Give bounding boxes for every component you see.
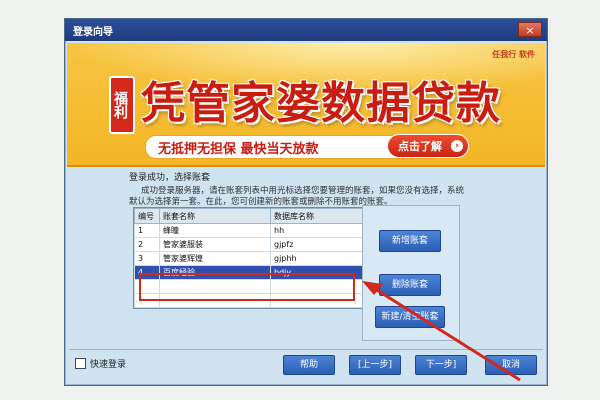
delete-account-set-button[interactable]: 删除账套	[379, 274, 441, 296]
account-actions-panel: 新增账套 删除账套 新建/清空账套	[362, 205, 460, 341]
promo-banner[interactable]: 任我行 软件 福利 凭管家婆数据贷款 无抵押无担保 最快当天放款 点击了解 ›	[67, 43, 545, 167]
account-name: 管家婆服装	[159, 237, 271, 252]
row-number: 2	[134, 237, 160, 252]
banner-headline: 凭管家婆数据贷款	[141, 78, 501, 129]
annotation-highlight-box	[139, 273, 355, 301]
row-number: 3	[134, 251, 160, 266]
rebuild-account-set-button[interactable]: 新建/清空账套	[375, 306, 445, 328]
help-button[interactable]: 帮助	[283, 355, 335, 375]
row-number: 1	[134, 223, 160, 238]
cancel-button[interactable]: 取消	[485, 355, 537, 375]
previous-step-button[interactable]: [上一步]	[349, 355, 401, 375]
title-bar: 登录向导 ×	[65, 19, 547, 41]
banner-subtitle: 无抵押无担保 最快当天放款	[158, 142, 319, 157]
quick-login-label: 快速登录	[90, 360, 127, 370]
account-name: 管家婆辉煌	[159, 251, 271, 266]
welfare-badge: 福利	[109, 76, 135, 134]
quick-login-checkbox[interactable]	[75, 358, 86, 369]
status-text: 登录成功，选择账套	[129, 173, 211, 183]
next-step-button[interactable]: 下一步]	[415, 355, 467, 375]
close-button[interactable]: ×	[518, 22, 542, 37]
login-wizard-window: 登录向导 × 任我行 软件 福利 凭管家婆数据贷款 无抵押无担保 最快当天放款 …	[64, 18, 548, 386]
arrow-right-icon: ›	[451, 140, 463, 152]
quick-login-option[interactable]: 快速登录	[75, 357, 126, 370]
learn-more-label: 点击了解	[398, 140, 442, 153]
column-header-number[interactable]: 编号	[134, 208, 160, 224]
account-name: 蜂瞳	[159, 223, 271, 238]
window-title: 登录向导	[73, 27, 113, 38]
vendor-logo: 任我行 软件	[492, 50, 535, 59]
column-header-account-name[interactable]: 账套名称	[159, 208, 271, 224]
footer-divider	[69, 349, 543, 350]
learn-more-button[interactable]: 点击了解 ›	[387, 134, 469, 158]
add-account-set-button[interactable]: 新增账套	[379, 230, 441, 252]
